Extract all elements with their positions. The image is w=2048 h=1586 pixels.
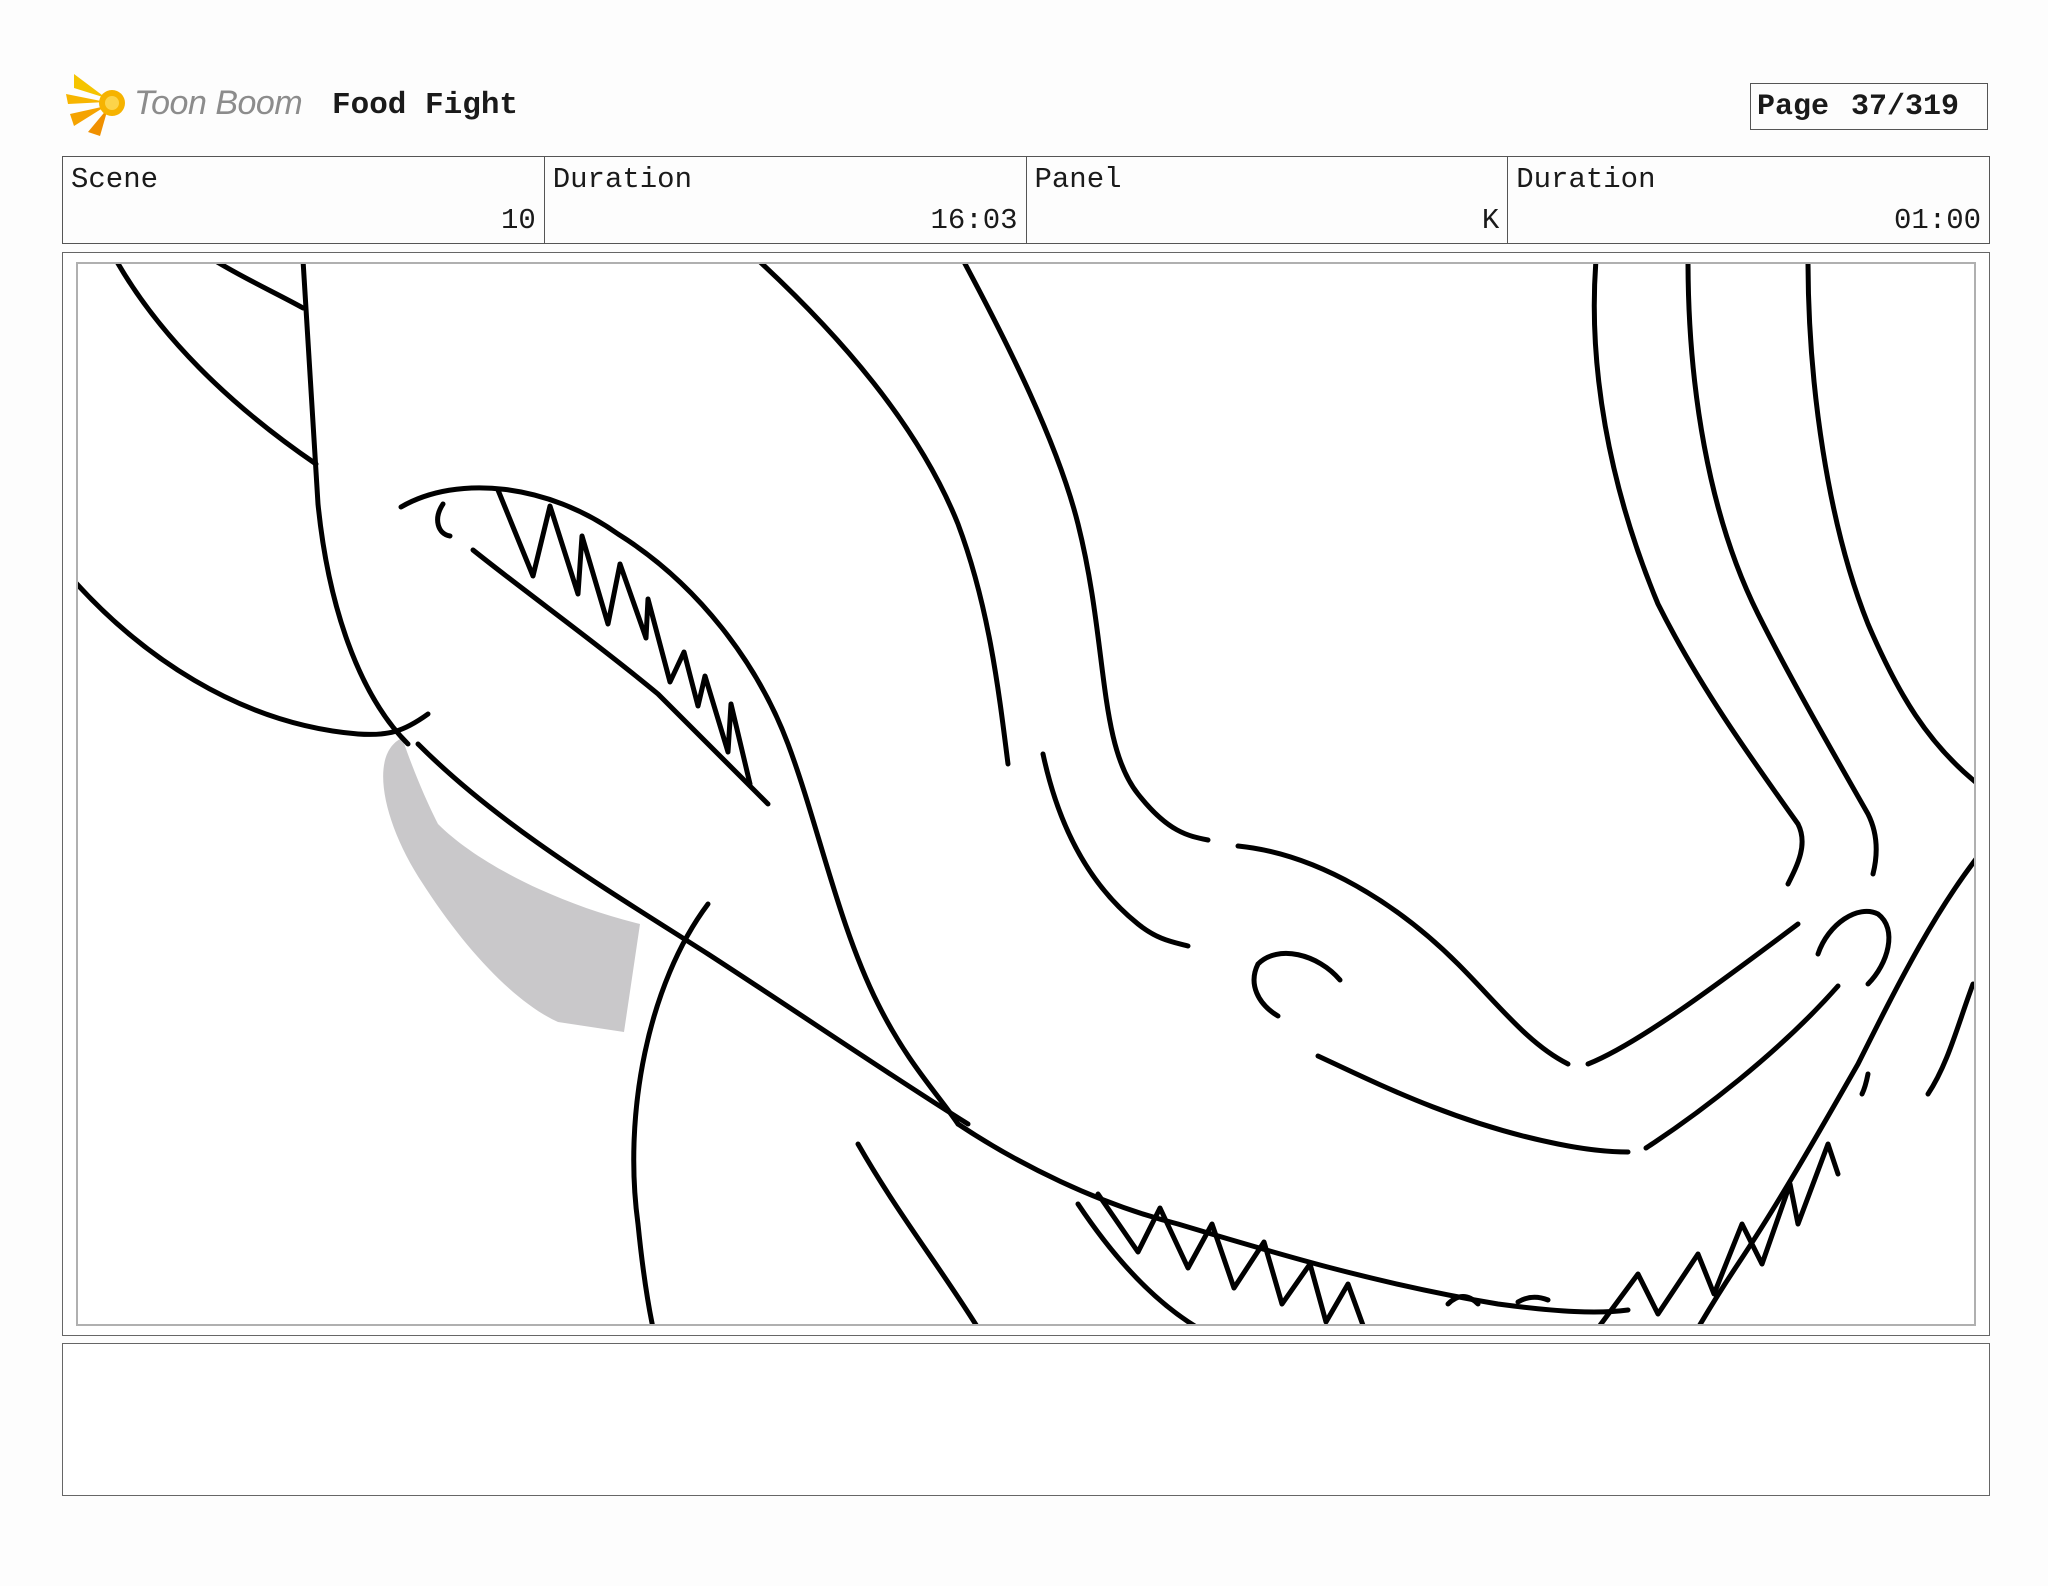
panel-duration-label: Duration [1516, 163, 1656, 196]
toon-boom-logo: Toon Boom [66, 70, 316, 142]
scene-cell: Scene 10 [63, 157, 544, 243]
panel-duration-cell: Duration 01:00 [1507, 157, 1989, 243]
panel-label: Panel [1034, 163, 1122, 196]
panel-cell: Panel K [1025, 157, 1508, 243]
scene-duration-label: Duration [552, 163, 692, 196]
page-label: Page [1757, 89, 1830, 124]
creature-sketch [78, 264, 1974, 1324]
scene-label: Scene [71, 163, 159, 196]
page-indicator: Page 37/319 [1750, 83, 1988, 130]
panel-value: K [1481, 204, 1500, 237]
storyboard-panel-drawing [76, 262, 1976, 1326]
page-number: 37/319 [1851, 89, 1960, 124]
scene-duration-cell: Duration 16:03 [543, 157, 1026, 243]
logo-text: Toon Boom [134, 84, 303, 122]
scene-duration-value: 16:03 [930, 204, 1018, 237]
starburst-logo-icon [66, 74, 125, 136]
project-title: Food Fight [332, 88, 519, 123]
panel-notes-box [62, 1343, 1990, 1496]
panel-duration-value: 01:00 [1893, 204, 1981, 237]
scene-value: 10 [500, 204, 536, 237]
panel-info-bar: Scene 10 Duration 16:03 Panel K Duration… [62, 156, 1990, 244]
